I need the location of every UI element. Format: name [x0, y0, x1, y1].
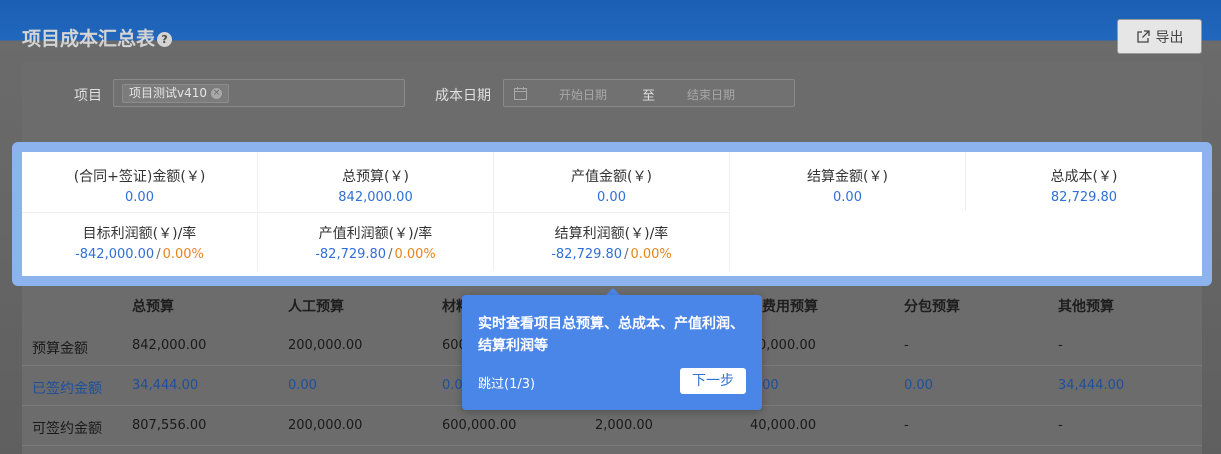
profit-rate: 0.00% [630, 247, 672, 262]
table-cell: 34,444.00 [132, 378, 199, 393]
summary-cell-total-budget: 总预算(￥) 842,000.00 [258, 152, 494, 211]
export-button[interactable]: 导出 [1117, 19, 1202, 54]
tooltip-text: 实时查看项目总预算、总成本、产值利润、结算利润等 [478, 316, 744, 354]
export-label: 导出 [1155, 29, 1184, 46]
column-header: 其他预算 [1058, 299, 1114, 315]
date-label: 成本日期 [435, 88, 491, 104]
project-select[interactable]: 项目测试v410 × [113, 79, 405, 107]
summary-label: 结算金额(￥) [807, 169, 888, 185]
table-cell: 40,000.00 [750, 418, 817, 433]
summary-highlight: (合同+签证)金额(￥) 0.00 总预算(￥) 842,000.00 产值金额… [12, 142, 1212, 286]
slash: / [388, 247, 393, 262]
start-date-input[interactable]: 开始日期 [559, 86, 607, 103]
profit-rate: 0.00% [394, 247, 436, 262]
table-cell: - [904, 338, 909, 353]
row-label: 可签约金额 [32, 421, 102, 437]
row-label: 预算金额 [32, 341, 88, 357]
page-title: 项目成本汇总表? [22, 24, 173, 51]
slash: / [156, 247, 161, 262]
export-icon [1136, 29, 1150, 43]
tag-close-icon[interactable]: × [211, 88, 223, 99]
top-bar: 项目成本汇总表? 导出 [0, 0, 1221, 62]
project-tag: 项目测试v410 × [122, 84, 230, 103]
summary-value: 0.00 [597, 190, 626, 205]
profit-value: -82,729.80 [315, 247, 387, 262]
summary-cell-settlement: 结算金额(￥) 0.00 [730, 152, 966, 211]
summary-cell-total-cost: 总成本(￥) 82,729.80 [966, 152, 1202, 211]
table-cell: 807,556.00 [132, 418, 207, 433]
skip-link[interactable]: 跳过(1/3) [478, 373, 535, 392]
summary-label: 结算利润额(￥)/率 [554, 226, 669, 242]
summary-value: 0.00 [833, 190, 862, 205]
summary-label: 产值金额(￥) [571, 169, 652, 185]
summary-cell-contract: (合同+签证)金额(￥) 0.00 [22, 152, 258, 211]
table-cell: 200,000.00 [288, 418, 363, 433]
filter-panel: 项目 项目测试v410 × 成本日期 开始日期 至 结束日期 [22, 62, 1202, 142]
calendar-icon [514, 87, 527, 100]
table-cell: 0.0 [442, 378, 463, 393]
column-header: 人工预算 [288, 299, 344, 315]
table-cell: 34,444.00 [1058, 378, 1125, 393]
profit-value: -842,000.00 [75, 247, 155, 262]
guide-tooltip: 实时查看项目总预算、总成本、产值利润、结算利润等 跳过(1/3) 下一步 [462, 295, 762, 410]
table-cell: 0.00 [904, 378, 933, 393]
row-label: 已签约金额 [32, 381, 102, 397]
project-tag-label: 项目测试v410 [129, 86, 208, 100]
profit-value: -82,729.80 [551, 247, 623, 262]
table-cell: 0.00 [288, 378, 317, 393]
summary-value: 82,729.80 [1050, 190, 1118, 205]
summary-panel: (合同+签证)金额(￥) 0.00 总预算(￥) 842,000.00 产值金额… [22, 152, 1202, 276]
summary-cell-settlement-profit: 结算利润额(￥)/率 -82,729.80/0.00% [494, 212, 730, 271]
next-step-button[interactable]: 下一步 [680, 368, 746, 394]
column-header: 费用预算 [762, 299, 818, 315]
summary-label: 总预算(￥) [342, 169, 409, 185]
summary-value: -82,729.80/0.00% [258, 247, 493, 262]
summary-value: 0.00 [125, 190, 154, 205]
table-row: 可签约金额 807,556.00 200,000.00 600,000.00 2… [22, 406, 1202, 446]
table-cell: 842,000.00 [132, 338, 207, 353]
summary-label: 总成本(￥) [1050, 169, 1118, 185]
summary-cell-output-profit: 产值利润额(￥)/率 -82,729.80/0.00% [258, 212, 494, 271]
table-cell: 2,000.00 [595, 418, 653, 433]
table-cell: 0,000.00 [758, 338, 816, 353]
table-cell: - [904, 418, 909, 433]
summary-label: 产值利润额(￥)/率 [318, 226, 433, 242]
table-cell: 600,000.00 [442, 418, 517, 433]
summary-cell-output: 产值金额(￥) 0.00 [494, 152, 730, 211]
slash: / [624, 247, 629, 262]
range-separator: 至 [642, 89, 656, 104]
profit-rate: 0.00% [162, 247, 204, 262]
summary-cell-target-profit: 目标利润额(￥)/率 -842,000.00/0.00% [22, 212, 258, 271]
summary-value: 842,000.00 [338, 190, 413, 205]
table-cell: - [1058, 418, 1063, 433]
help-icon[interactable]: ? [157, 32, 173, 47]
page-title-text: 项目成本汇总表 [22, 28, 156, 50]
end-date-input[interactable]: 结束日期 [687, 86, 735, 103]
table-cell: 200,000.00 [288, 338, 363, 353]
date-range-picker[interactable]: 开始日期 至 结束日期 [503, 79, 795, 107]
summary-value: -842,000.00/0.00% [22, 247, 257, 262]
summary-label: 目标利润额(￥)/率 [82, 226, 197, 242]
column-header: 总预算 [132, 299, 174, 315]
summary-value: -82,729.80/0.00% [494, 247, 729, 262]
summary-label: (合同+签证)金额(￥) [73, 169, 206, 185]
column-header: 分包预算 [904, 299, 960, 315]
project-label: 项目 [74, 88, 102, 104]
table-cell: - [1058, 338, 1063, 353]
